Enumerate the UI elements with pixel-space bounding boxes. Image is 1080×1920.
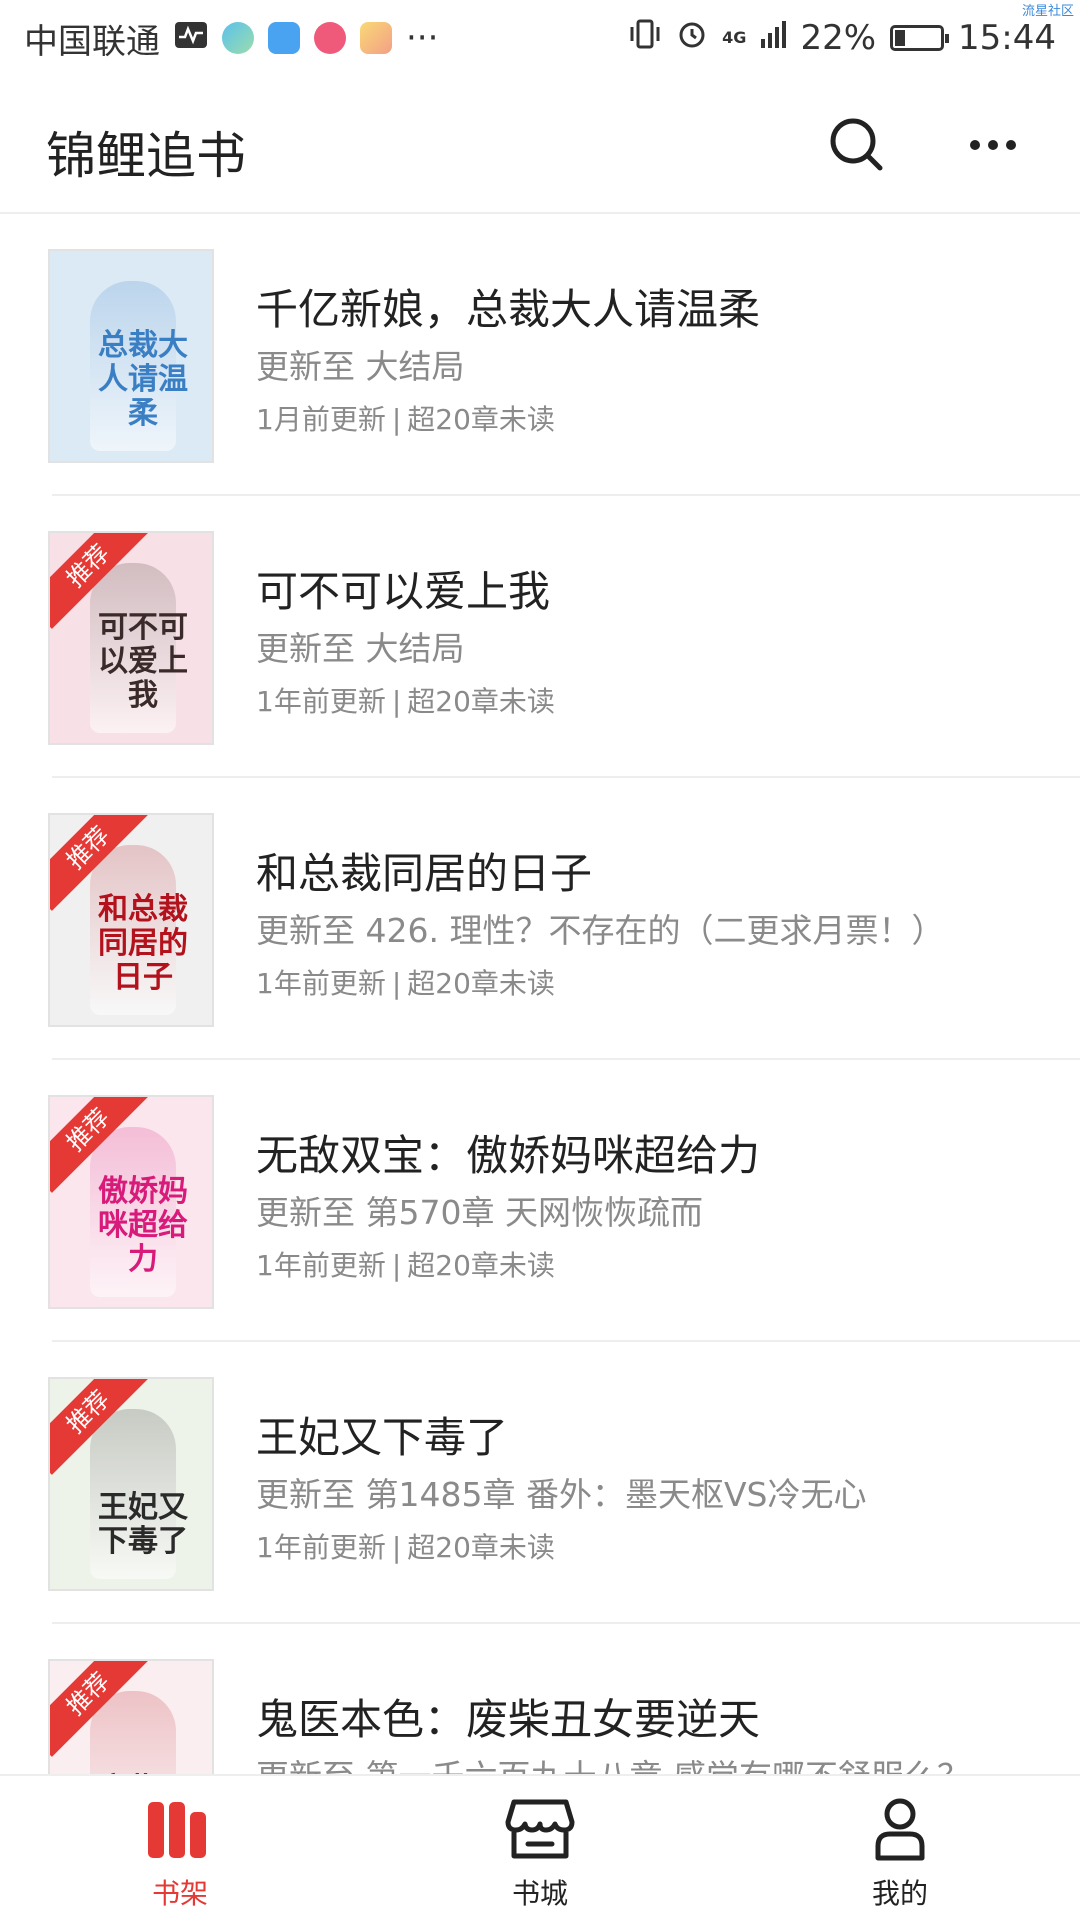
alarm-icon bbox=[676, 18, 708, 59]
more-options-button[interactable] bbox=[958, 110, 1028, 180]
book-meta: 1年前更新 | 超20章未读 bbox=[256, 962, 555, 1002]
meta-separator: | bbox=[391, 967, 402, 1000]
bookshelf-icon bbox=[148, 1802, 206, 1858]
book-list-item[interactable]: 傲娇妈咪超给力 推荐 无敌双宝：傲娇妈咪超给力 更新至 第570章 天网恢恢疏而… bbox=[0, 1060, 1080, 1342]
cover-title-art: 可不可以爱上我 bbox=[98, 610, 188, 713]
book-cover[interactable]: 王妃又下毒了 推荐 bbox=[48, 1377, 214, 1591]
search-button[interactable] bbox=[822, 110, 892, 180]
book-meta: 1月前更新 | 超20章未读 bbox=[256, 398, 555, 438]
carrier-label: 中国联通 bbox=[24, 21, 160, 62]
book-cover[interactable]: 总裁大人请温柔 bbox=[48, 249, 214, 463]
search-icon bbox=[830, 118, 883, 171]
book-unread: 超20章未读 bbox=[407, 1531, 555, 1564]
book-title: 无敌双宝：傲娇妈咪超给力 bbox=[256, 1131, 761, 1180]
vibrate-icon bbox=[628, 17, 662, 60]
book-list-item[interactable]: 和总裁同居的日子 推荐 和总裁同居的日子 更新至 426. 理性？不存在的（二更… bbox=[0, 778, 1080, 1060]
book-title: 可不可以爱上我 bbox=[256, 567, 551, 616]
battery-icon bbox=[890, 25, 950, 51]
nav-bookshelf-label: 书架 bbox=[151, 1877, 208, 1910]
book-latest-chapter: 更新至 第一千六百九十八章 感觉有哪不舒服么？ bbox=[256, 1750, 970, 1774]
book-list-item[interactable]: 王妃又下毒了 推荐 王妃又下毒了 更新至 第1485章 番外：墨天枢VS冷无心 … bbox=[0, 1342, 1080, 1624]
book-updated: 1年前更新 bbox=[256, 1249, 386, 1282]
user-icon bbox=[875, 1798, 925, 1861]
signal-icon bbox=[760, 18, 787, 58]
book-latest-chapter: 更新至 426. 理性？不存在的（二更求月票！） bbox=[256, 911, 945, 950]
book-latest-chapter: 更新至 大结局 bbox=[256, 629, 465, 668]
book-title: 王妃又下毒了 bbox=[256, 1413, 509, 1462]
activity-icon bbox=[174, 18, 208, 58]
book-updated: 1月前更新 bbox=[256, 403, 386, 436]
cover-title-art: 王妃又下毒了 bbox=[98, 1490, 188, 1559]
book-title: 鬼医本色：废柴丑女要逆天 bbox=[256, 1695, 761, 1744]
book-unread: 超20章未读 bbox=[407, 685, 555, 718]
book-title: 和总裁同居的日子 bbox=[256, 849, 593, 898]
bottom-nav: 书架 书城 我的 bbox=[0, 1774, 1080, 1920]
book-cover[interactable]: 可不可以爱上我 推荐 bbox=[48, 531, 214, 745]
app-notification-icon-2 bbox=[314, 22, 346, 54]
book-cover[interactable]: 废柴丑女 推荐 bbox=[48, 1659, 214, 1774]
book-list-item[interactable]: 总裁大人请温柔 千亿新娘，总裁大人请温柔 更新至 大结局 1月前更新 | 超20章未… bbox=[0, 214, 1080, 496]
book-unread: 超20章未读 bbox=[407, 403, 555, 436]
book-meta: 1年前更新 | 超20章未读 bbox=[256, 1244, 555, 1284]
book-cover[interactable]: 和总裁同居的日子 推荐 bbox=[48, 813, 214, 1027]
book-unread: 超20章未读 bbox=[407, 1249, 555, 1282]
message-icon bbox=[268, 22, 300, 54]
book-updated: 1年前更新 bbox=[256, 967, 386, 1000]
status-bar: 中国联通 ··· 4G 22% 15:44 流星社区 bbox=[0, 0, 1080, 76]
meta-separator: | bbox=[391, 1531, 402, 1564]
book-list-item[interactable]: 废柴丑女 推荐 鬼医本色：废柴丑女要逆天 更新至 第一千六百九十八章 感觉有哪不… bbox=[0, 1624, 1080, 1774]
nav-bookshelf[interactable]: 书架 bbox=[0, 1776, 360, 1920]
book-updated: 1年前更新 bbox=[256, 685, 386, 718]
nav-bookstore-label: 书城 bbox=[511, 1877, 568, 1910]
nav-profile[interactable]: 我的 bbox=[720, 1776, 1080, 1920]
book-list: 总裁大人请温柔 千亿新娘，总裁大人请温柔 更新至 大结局 1月前更新 | 超20章未… bbox=[0, 214, 1080, 1774]
app-notification-icon-3 bbox=[360, 22, 392, 54]
book-cover[interactable]: 傲娇妈咪超给力 推荐 bbox=[48, 1095, 214, 1309]
book-unread: 超20章未读 bbox=[407, 967, 555, 1000]
book-latest-chapter: 更新至 第570章 天网恢恢疏而 bbox=[256, 1193, 703, 1232]
book-updated: 1年前更新 bbox=[256, 1531, 386, 1564]
app-header: 锦鲤追书 bbox=[0, 76, 1080, 214]
book-latest-chapter: 更新至 大结局 bbox=[256, 347, 465, 386]
status-left: 中国联通 ··· bbox=[24, 14, 438, 63]
book-meta: 1年前更新 | 超20章未读 bbox=[256, 680, 555, 720]
book-latest-chapter: 更新至 第1485章 番外：墨天枢VS冷无心 bbox=[256, 1475, 867, 1514]
store-icon bbox=[505, 1799, 575, 1859]
meta-separator: | bbox=[391, 685, 402, 718]
clock: 15:44 bbox=[958, 18, 1056, 58]
watermark: 流星社区 bbox=[1021, 4, 1074, 19]
nav-profile-label: 我的 bbox=[871, 1877, 928, 1910]
status-right: 4G 22% 15:44 bbox=[628, 17, 1056, 60]
nav-bookstore[interactable]: 书城 bbox=[360, 1776, 720, 1920]
more-horizontal-icon bbox=[970, 140, 1016, 150]
cover-title-art: 和总裁同居的日子 bbox=[98, 892, 188, 995]
book-title: 千亿新娘，总裁大人请温柔 bbox=[256, 285, 761, 334]
network-type: 4G bbox=[722, 28, 747, 47]
app-notification-icon bbox=[222, 22, 254, 54]
cover-title-art: 傲娇妈咪超给力 bbox=[98, 1174, 188, 1277]
battery-fill bbox=[895, 30, 906, 46]
book-meta: 1年前更新 | 超20章未读 bbox=[256, 1526, 555, 1566]
app-title: 锦鲤追书 bbox=[46, 127, 246, 185]
overflow-indicator: ··· bbox=[406, 18, 439, 58]
battery-percent: 22% bbox=[800, 18, 877, 58]
cover-title-art: 总裁大人请温柔 bbox=[98, 328, 188, 431]
meta-separator: | bbox=[391, 403, 402, 436]
book-list-item[interactable]: 可不可以爱上我 推荐 可不可以爱上我 更新至 大结局 1年前更新 | 超20章未读 bbox=[0, 496, 1080, 778]
meta-separator: | bbox=[391, 1249, 402, 1282]
